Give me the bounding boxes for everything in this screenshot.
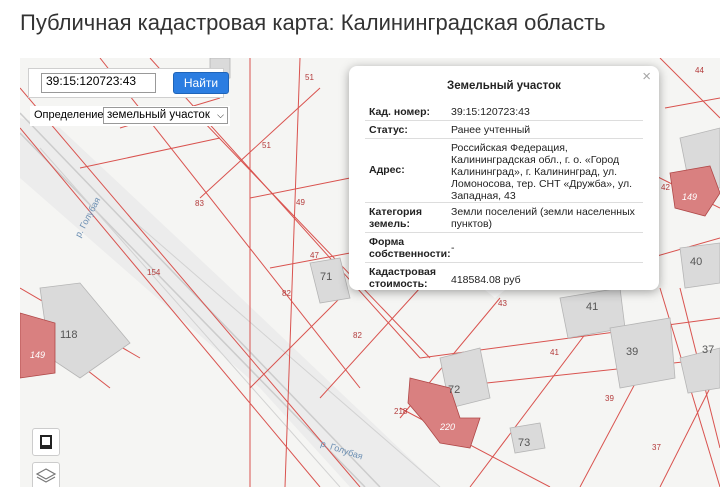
popup-row: Кад. номер: 39:15:120723:43	[365, 104, 643, 121]
popup-row: Статус: Ранее учтенный	[365, 122, 643, 139]
building-number: 41	[586, 301, 598, 313]
building-number: 149	[682, 192, 697, 202]
popup-title: Земельный участок	[447, 80, 561, 92]
parcel-info-popup: × Земельный участок Кад. номер: 39:15:12…	[349, 66, 659, 290]
parcel-number: 83	[195, 199, 204, 208]
popup-row-value: -	[451, 242, 455, 254]
building-number: 71	[320, 271, 332, 283]
page-title: Публичная кадастровая карта: Калининград…	[20, 10, 606, 35]
popup-row-label: Кад. номер:	[369, 106, 431, 118]
building-number: 39	[626, 346, 638, 358]
parcel-number: 47	[310, 251, 319, 260]
parcel-number: 82	[353, 331, 362, 340]
popup-row-value: Земли поселений (земли населенных пункто…	[451, 206, 635, 230]
parcel-number: 42	[661, 183, 670, 192]
parcel-number: 44	[695, 66, 704, 75]
chevron-down-icon: ⌵	[217, 110, 224, 120]
building-number: 72	[448, 384, 460, 396]
building-number: 40	[690, 256, 702, 268]
popup-row-label: Кадастровая стоимость:	[369, 266, 436, 290]
popup-row: Адрес: Российская Федерация, Калининград…	[365, 140, 643, 203]
cadastral-number-input[interactable]: 39:15:120723:43	[41, 73, 156, 93]
building-number: 73	[518, 437, 530, 449]
popup-row-label: Форма собственности:	[369, 236, 451, 260]
building-number: 220	[439, 422, 455, 432]
building	[609, 317, 676, 389]
building-number: 149	[30, 350, 45, 360]
map-layers-button[interactable]	[32, 462, 60, 487]
popup-row-value: Ранее учтенный	[451, 124, 531, 136]
layers-toggle-button[interactable]	[32, 428, 60, 456]
building-number: 37	[702, 344, 714, 356]
search-panel: 39:15:120723:43 Найти	[28, 68, 229, 98]
cadastral-map[interactable]: р. Голубая р. Голубая 51 51 83 49 154 47…	[20, 58, 720, 487]
popup-row-label: Категория земель:	[369, 206, 423, 230]
popup-row-label: Статус:	[369, 124, 408, 136]
parcel-number: 43	[498, 299, 507, 308]
parcel-number: 51	[262, 141, 271, 150]
definition-select[interactable]: земельный участок ⌵	[103, 107, 228, 124]
popup-row: Кадастровая стоимость: 418584.08 руб	[365, 264, 643, 292]
popup-row-value: Российская Федерация, Калининградская об…	[451, 142, 633, 202]
book-icon	[40, 435, 52, 449]
parcel-number: 37	[652, 443, 661, 452]
definition-label: Определение:	[34, 109, 107, 121]
popup-row: Категория земель: Земли поселений (земли…	[365, 204, 643, 233]
definition-panel: Определение: земельный участок ⌵	[30, 106, 230, 126]
parcel-number: 41	[550, 348, 559, 357]
parcel-number: 39	[605, 394, 614, 403]
parcel-number: 51	[305, 73, 314, 82]
popup-row: Форма собственности: -	[365, 234, 643, 263]
definition-selected: земельный участок	[107, 109, 210, 121]
parcel-number: 218	[394, 407, 408, 416]
popup-row-value: 418584.08 руб	[451, 274, 521, 286]
parcel-number: 154	[147, 268, 161, 277]
popup-row-value: 39:15:120723:43	[451, 106, 530, 118]
parcel-number: 82	[282, 289, 291, 298]
popup-row-label: Адрес:	[369, 164, 405, 176]
building-149	[20, 312, 56, 379]
parcel-number: 49	[296, 198, 305, 207]
building-number: 118	[60, 329, 78, 341]
search-button[interactable]: Найти	[173, 72, 229, 94]
layers-icon	[35, 468, 57, 483]
